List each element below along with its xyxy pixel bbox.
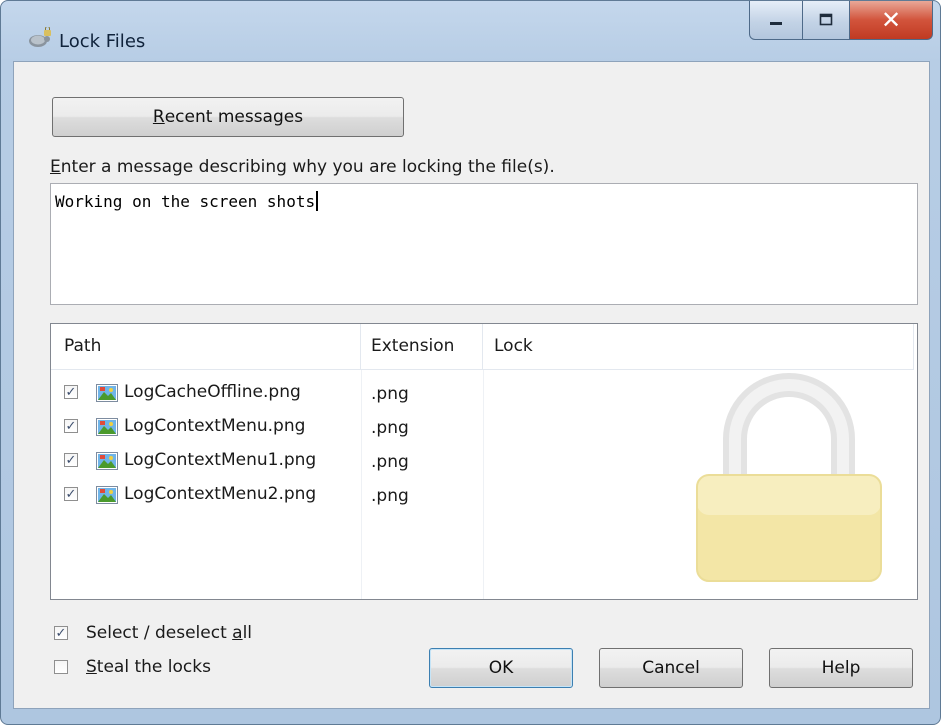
select-all-text-end: ll — [242, 623, 253, 643]
file-checkbox[interactable]: ✓ — [64, 419, 78, 433]
file-checkbox[interactable]: ✓ — [64, 453, 78, 467]
message-prompt-label: Enter a message describing why you are l… — [50, 157, 555, 177]
checkmark-icon: ✓ — [55, 625, 67, 641]
image-file-icon — [96, 486, 118, 504]
image-file-icon — [96, 418, 118, 436]
minimize-icon — [770, 22, 782, 25]
maximize-button[interactable] — [803, 1, 850, 40]
file-name: LogContextMenu1.png — [124, 450, 317, 470]
file-checkbox[interactable]: ✓ — [64, 487, 78, 501]
ok-button[interactable]: OK — [429, 648, 573, 688]
file-row[interactable]: ✓ LogContextMenu1.png .png — [51, 444, 911, 478]
recent-messages-button[interactable]: Recent messages — [52, 97, 404, 137]
dialog-client-area: Recent messages Enter a message describi… — [13, 61, 930, 709]
file-rows: ✓ LogCacheOffline.png .png ✓ LogContextM… — [51, 376, 911, 512]
steal-locks-box[interactable] — [54, 660, 68, 674]
recent-messages-accel: R — [152, 107, 165, 127]
file-name: LogCacheOffline.png — [124, 382, 301, 402]
prompt-accel: E — [50, 157, 61, 177]
steal-locks-accel: S — [86, 657, 97, 677]
close-icon: ✕ — [880, 6, 902, 34]
select-all-label: Select / deselect all — [86, 623, 252, 643]
checkmark-icon: ✓ — [65, 384, 77, 400]
lock-message-text: Working on the screen shots — [55, 192, 316, 211]
column-header-lock[interactable]: Lock — [483, 324, 914, 370]
file-extension: .png — [371, 418, 409, 438]
checkmark-icon: ✓ — [65, 418, 77, 434]
steal-locks-label: Steal the locks — [86, 657, 211, 677]
select-deselect-all-checkbox[interactable]: ✓ Select / deselect all — [54, 623, 252, 643]
column-header-path[interactable]: Path — [51, 324, 361, 370]
file-row[interactable]: ✓ LogContextMenu.png .png — [51, 410, 911, 444]
checkmark-icon: ✓ — [65, 486, 77, 502]
title-bar[interactable]: Lock Files ✕ — [1, 1, 940, 61]
file-extension: .png — [371, 486, 409, 506]
minimize-button[interactable] — [749, 1, 803, 40]
window-title: Lock Files — [59, 31, 146, 52]
image-file-icon — [96, 452, 118, 470]
file-row[interactable]: ✓ LogContextMenu2.png .png — [51, 478, 911, 512]
select-all-text: Select / deselect — [86, 623, 233, 643]
file-checkbox[interactable]: ✓ — [64, 385, 78, 399]
lock-message-input[interactable]: Working on the screen shots — [50, 183, 918, 305]
text-caret — [316, 191, 319, 211]
file-list[interactable]: Path Extension Lock ✓ LogCacheOffline.pn… — [50, 323, 918, 600]
image-file-icon — [96, 384, 118, 402]
file-name: LogContextMenu.png — [124, 416, 306, 436]
tortoise-lock-icon — [29, 27, 51, 47]
maximize-icon — [819, 13, 833, 26]
column-header-extension[interactable]: Extension — [361, 324, 483, 370]
recent-messages-label: ecent messages — [164, 107, 304, 127]
window-controls: ✕ — [749, 1, 933, 41]
lock-files-window: Lock Files ✕ Recent messages Enter a mes… — [0, 0, 941, 725]
select-all-accel: a — [232, 623, 243, 643]
file-extension: .png — [371, 452, 409, 472]
file-list-header: Path Extension Lock — [51, 324, 914, 370]
close-button[interactable]: ✕ — [850, 1, 933, 40]
checkmark-icon: ✓ — [65, 452, 77, 468]
steal-locks-text: teal the locks — [96, 657, 211, 677]
select-all-box[interactable]: ✓ — [54, 626, 68, 640]
steal-locks-checkbox[interactable]: Steal the locks — [54, 657, 211, 677]
file-name: LogContextMenu2.png — [124, 484, 317, 504]
cancel-button[interactable]: Cancel — [599, 648, 743, 688]
prompt-text: nter a message describing why you are lo… — [60, 157, 555, 177]
file-extension: .png — [371, 384, 409, 404]
help-button[interactable]: Help — [769, 648, 913, 688]
file-row[interactable]: ✓ LogCacheOffline.png .png — [51, 376, 911, 410]
